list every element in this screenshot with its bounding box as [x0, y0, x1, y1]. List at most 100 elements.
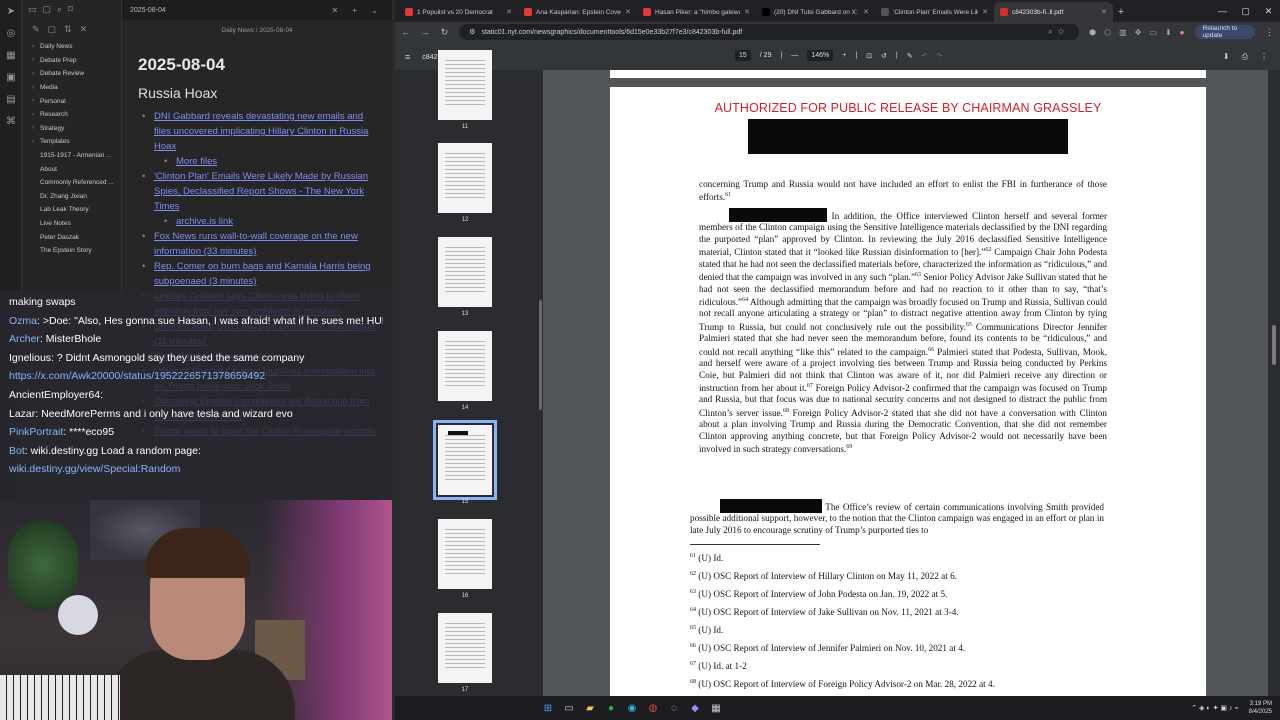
tray-icons[interactable]: ⌃ ◈ ◐ ✦ ▣ ♪ ⌁: [1191, 704, 1238, 712]
sidebar-file[interactable]: Lab Leak Theory: [22, 203, 121, 217]
chat-username[interactable]: Ozma: [9, 315, 37, 327]
menu-icon[interactable]: ⋮: [1265, 27, 1274, 38]
sidebar-folder[interactable]: › Personal: [22, 94, 121, 108]
download-icon[interactable]: ⬇: [1223, 52, 1230, 62]
close-tab-icon[interactable]: ✕: [863, 8, 869, 16]
canvas-icon[interactable]: ▦: [0, 50, 22, 66]
note-link[interactable]: Rep. Comer on burn bags and Kamala Harri…: [138, 259, 378, 289]
close-tab-icon[interactable]: ✕: [1101, 8, 1107, 16]
page-thumbnail[interactable]: [438, 143, 492, 213]
scrollbar-thumb[interactable]: [1272, 325, 1276, 365]
bookmark-icon[interactable]: ⌑: [68, 4, 73, 16]
note-link[interactable]: More files: [138, 154, 378, 169]
chat-username[interactable]: Ignelious: [9, 352, 51, 364]
sidebar-file[interactable]: Commonly Referenced ...: [22, 176, 121, 190]
sidebar-folder[interactable]: › Media: [22, 81, 121, 95]
forward-icon[interactable]: →: [420, 27, 430, 37]
folder-icon[interactable]: ▢: [43, 4, 52, 16]
sidebar-file[interactable]: Dr. Zhang Jixian: [22, 190, 121, 204]
clock[interactable]: 3:19 PM 8/4/2025: [1249, 700, 1272, 716]
search-icon[interactable]: ⌕: [57, 4, 62, 16]
sidebar-folder[interactable]: › Research: [22, 108, 121, 122]
chrome-icon[interactable]: ◍: [645, 700, 661, 716]
start-icon[interactable]: ⊞: [540, 700, 556, 716]
browser-tab[interactable]: 1 Populist vs 20 Democrat ✕: [399, 2, 518, 22]
collapse-icon[interactable]: ✕: [80, 24, 88, 36]
sidebar-folder[interactable]: › Templates: [22, 135, 121, 149]
chat-username[interactable]: Archer: [9, 333, 40, 345]
page-scrollbar[interactable]: [1268, 70, 1280, 696]
print-icon[interactable]: ⎙: [1242, 52, 1248, 62]
undo-icon[interactable]: ↶: [922, 52, 928, 60]
obsidian-icon[interactable]: ◆: [687, 700, 703, 716]
page-thumbnail[interactable]: [438, 331, 492, 401]
relaunch-button[interactable]: Relaunch to update: [1194, 25, 1255, 39]
url-text[interactable]: static01.nyt.com/newsgraphics/documentto…: [481, 29, 742, 36]
new-folder-icon[interactable]: ▢: [48, 24, 57, 36]
redo-icon[interactable]: ↷: [936, 52, 942, 60]
back-icon[interactable]: ←: [401, 27, 410, 37]
more-options-icon[interactable]: ⋮: [1260, 52, 1268, 62]
sidebar-file[interactable]: Peter Daszak: [22, 230, 121, 244]
close-tab-icon[interactable]: ✕: [744, 8, 750, 16]
sidebar-folder[interactable]: › Debate Prep: [22, 54, 121, 68]
graph-view-icon[interactable]: ◎: [0, 28, 22, 44]
note-link[interactable]: archive.is link: [138, 214, 378, 229]
note-link[interactable]: 'Clinton Plan' Emails Were Likely Made b…: [138, 169, 378, 214]
maximize-icon[interactable]: ▢: [1234, 0, 1257, 22]
new-tab-button[interactable]: +: [1113, 2, 1129, 22]
address-bar[interactable]: ⚙ static01.nyt.com/newsgraphics/document…: [459, 24, 1080, 40]
sidebar-file[interactable]: 1915-1917 - Armenian ...: [22, 149, 121, 163]
spotify-icon[interactable]: ●: [603, 700, 619, 716]
page-number-input[interactable]: 15: [735, 50, 751, 61]
site-info-icon[interactable]: ⚙: [469, 28, 475, 36]
zoom-out-icon[interactable]: —: [791, 52, 798, 59]
calculator-icon[interactable]: ▦: [708, 700, 724, 716]
omnibox-actions[interactable]: ⌕☆: [1048, 27, 1069, 37]
chat-username[interactable]: Bot: [9, 445, 25, 457]
open-quick-switcher-icon[interactable]: ➤: [0, 6, 22, 22]
sort-icon[interactable]: ⇅: [64, 24, 72, 36]
page-thumbnail[interactable]: [433, 420, 497, 500]
note-link[interactable]: DNI Gabbard reveals devastating new emai…: [138, 109, 378, 154]
sidebar-icon[interactable]: ▭: [1149, 28, 1157, 37]
sidebar-folder[interactable]: › Daily News: [22, 40, 121, 54]
note-link[interactable]: Fox News runs wall-to-wall coverage on t…: [138, 229, 378, 259]
annotate-icon[interactable]: ✎: [907, 52, 913, 60]
note-breadcrumb[interactable]: Daily News / 2025-08-04: [221, 27, 292, 34]
note-tab[interactable]: 2025-08-04: [130, 7, 166, 14]
minimize-icon[interactable]: —: [1211, 0, 1234, 22]
browser-tab[interactable]: (20) DNI Tulsi Gabbard on X: "N ✕: [756, 2, 875, 22]
daily-note-icon[interactable]: ▣: [0, 72, 22, 88]
sidebar-file[interactable]: The Epstein Story: [22, 244, 121, 258]
templates-icon[interactable]: ▤: [0, 94, 22, 110]
browser-tab[interactable]: Ana Kasparian: Epstein Cover-U ✕: [518, 2, 637, 22]
page-thumbnail[interactable]: [438, 237, 492, 307]
sidebar-file[interactable]: About: [22, 162, 121, 176]
zoom-in-icon[interactable]: +: [842, 52, 846, 59]
profile-avatar[interactable]: ●: [1180, 28, 1185, 37]
pdf-menu-icon[interactable]: ≡: [405, 52, 410, 62]
extension-icon[interactable]: ▥: [1119, 28, 1127, 37]
files-icon[interactable]: ▭: [28, 4, 37, 16]
scrollbar-thumb[interactable]: [539, 300, 542, 410]
extensions-puzzle-icon[interactable]: ✥: [1135, 28, 1142, 37]
sidebar-folder[interactable]: › Debate Review: [22, 67, 121, 81]
sidebar-file[interactable]: Live Notes: [22, 217, 121, 231]
sidebar-folder[interactable]: › Strategy: [22, 122, 121, 136]
close-tab-icon[interactable]: ✕: [982, 8, 988, 16]
browser-tab-active[interactable]: c842303b-fi..ll.pdf ✕: [994, 2, 1113, 22]
rotate-icon[interactable]: ↺: [881, 52, 887, 60]
close-tab-icon[interactable]: ✕: [625, 8, 631, 16]
close-tab-icon[interactable]: ✕: [506, 8, 512, 16]
chat-username[interactable]: PinkPortrait: [9, 426, 63, 438]
chat-username[interactable]: AncientEmployer64: [9, 389, 100, 401]
command-palette-icon[interactable]: ⌘: [0, 116, 22, 132]
browser-tab[interactable]: Hasan Piker: a "himbo gateway ✕: [637, 2, 756, 22]
close-icon[interactable]: ✕: [1257, 0, 1280, 22]
page-thumbnail[interactable]: [438, 613, 492, 683]
extension-icon[interactable]: ⬡: [1104, 28, 1111, 37]
zoom-level[interactable]: 146%: [807, 50, 834, 61]
file-explorer-icon[interactable]: ▰: [582, 700, 598, 716]
page-thumbnail[interactable]: [438, 519, 492, 589]
